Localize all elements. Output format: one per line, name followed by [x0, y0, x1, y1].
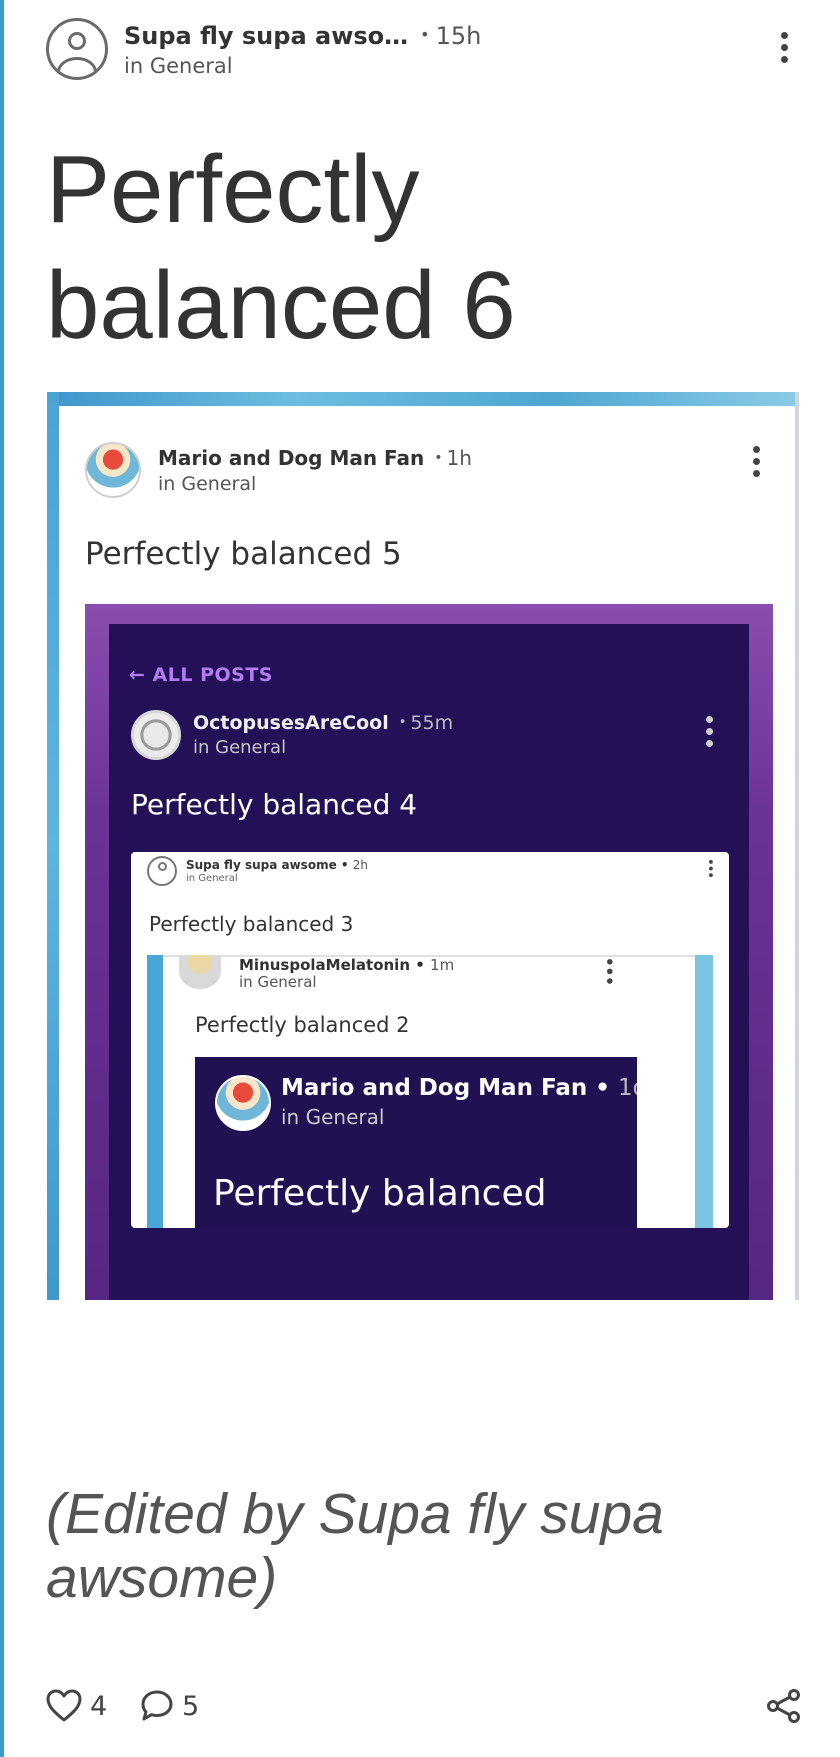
- embed-avatar: [85, 442, 141, 498]
- like-count: 4: [90, 1690, 108, 1722]
- heart-icon: [46, 1689, 82, 1722]
- card2-author: MinuspolaMelatonin: [239, 956, 410, 974]
- card1-avatar: [215, 1075, 271, 1131]
- all-posts-link: ← ALL POSTS: [129, 664, 273, 686]
- post-title: Perfectly balanced 6: [46, 136, 516, 359]
- octo-header: OctopusesAreCool • 55m in General: [131, 710, 731, 766]
- more-vertical-icon[interactable]: [781, 32, 789, 68]
- embed-header: Mario and Dog Man Fan • 1h in General: [85, 442, 765, 502]
- card3-more-vertical-icon: [709, 860, 713, 880]
- card2-title: Perfectly balanced 2: [195, 1013, 410, 1037]
- octo-title: Perfectly balanced 4: [131, 788, 418, 821]
- embed-title: Perfectly balanced 5: [85, 536, 402, 572]
- like-button[interactable]: 4: [46, 1688, 107, 1724]
- edited-note: (Edited by Supa fly supa awsome): [46, 1482, 664, 1610]
- card3-title: Perfectly balanced 3: [149, 912, 354, 936]
- embed-time: 1h: [446, 446, 472, 470]
- card2-avatar: [179, 955, 221, 989]
- nested-card-3: Supa fly supa awsome • 2h in General Per…: [131, 852, 729, 1228]
- card3-author: Supa fly supa awsome: [186, 858, 337, 872]
- nested-card-1: Mario and Dog Man Fan • 1d in General Pe…: [195, 1057, 637, 1228]
- post-image[interactable]: Mario and Dog Man Fan • 1h in General Perf…: [47, 392, 799, 1300]
- arrow-left-icon: ←: [129, 664, 146, 686]
- octo-avatar: [131, 710, 181, 760]
- embed-author: Mario and Dog Man Fan: [158, 446, 425, 470]
- octo-author: OctopusesAreCool: [193, 712, 389, 734]
- octo-community: in General: [193, 737, 287, 758]
- nested-card-2: MinuspolaMelatonin • 1m in General Perfe…: [147, 955, 713, 1228]
- post-time: 15h: [435, 22, 482, 50]
- post-actions: 4 5: [46, 1688, 802, 1728]
- share-button[interactable]: [766, 1688, 802, 1724]
- embed-community: in General: [158, 473, 257, 495]
- card2-community: in General: [239, 973, 317, 991]
- community-label[interactable]: in General: [124, 54, 233, 78]
- default-user-icon: [68, 32, 86, 50]
- comment-button[interactable]: 5: [140, 1688, 199, 1724]
- author-avatar[interactable]: [46, 18, 108, 80]
- card1-author: Mario and Dog Man Fan: [281, 1075, 588, 1101]
- share-icon: [767, 1689, 800, 1723]
- post-header: Supa fly supa awso… • 15h in General: [46, 18, 800, 84]
- embed-more-vertical-icon: [753, 446, 761, 482]
- card3-community: in General: [186, 873, 238, 884]
- card1-community: in General: [281, 1105, 385, 1129]
- comment-count: 5: [182, 1690, 200, 1722]
- card2-more-vertical-icon: [607, 959, 613, 988]
- left-accent-bar: [0, 0, 4, 1757]
- embed-purple-frame: ← ALL POSTS OctopusesAreCool • 55m in Gene…: [85, 604, 773, 1300]
- comment-icon: [141, 1690, 173, 1721]
- card2-time: 1m: [430, 956, 455, 974]
- author-name[interactable]: Supa fly supa awso…: [124, 22, 408, 50]
- card3-avatar: [147, 856, 177, 886]
- octo-time: 55m: [410, 712, 454, 734]
- card3-time: 2h: [352, 858, 368, 872]
- card1-time: 1d: [617, 1075, 637, 1101]
- card1-title: Perfectly balanced: [213, 1173, 547, 1214]
- octo-more-vertical-icon: [706, 716, 714, 752]
- author-line: Supa fly supa awso… • 15h: [124, 22, 482, 50]
